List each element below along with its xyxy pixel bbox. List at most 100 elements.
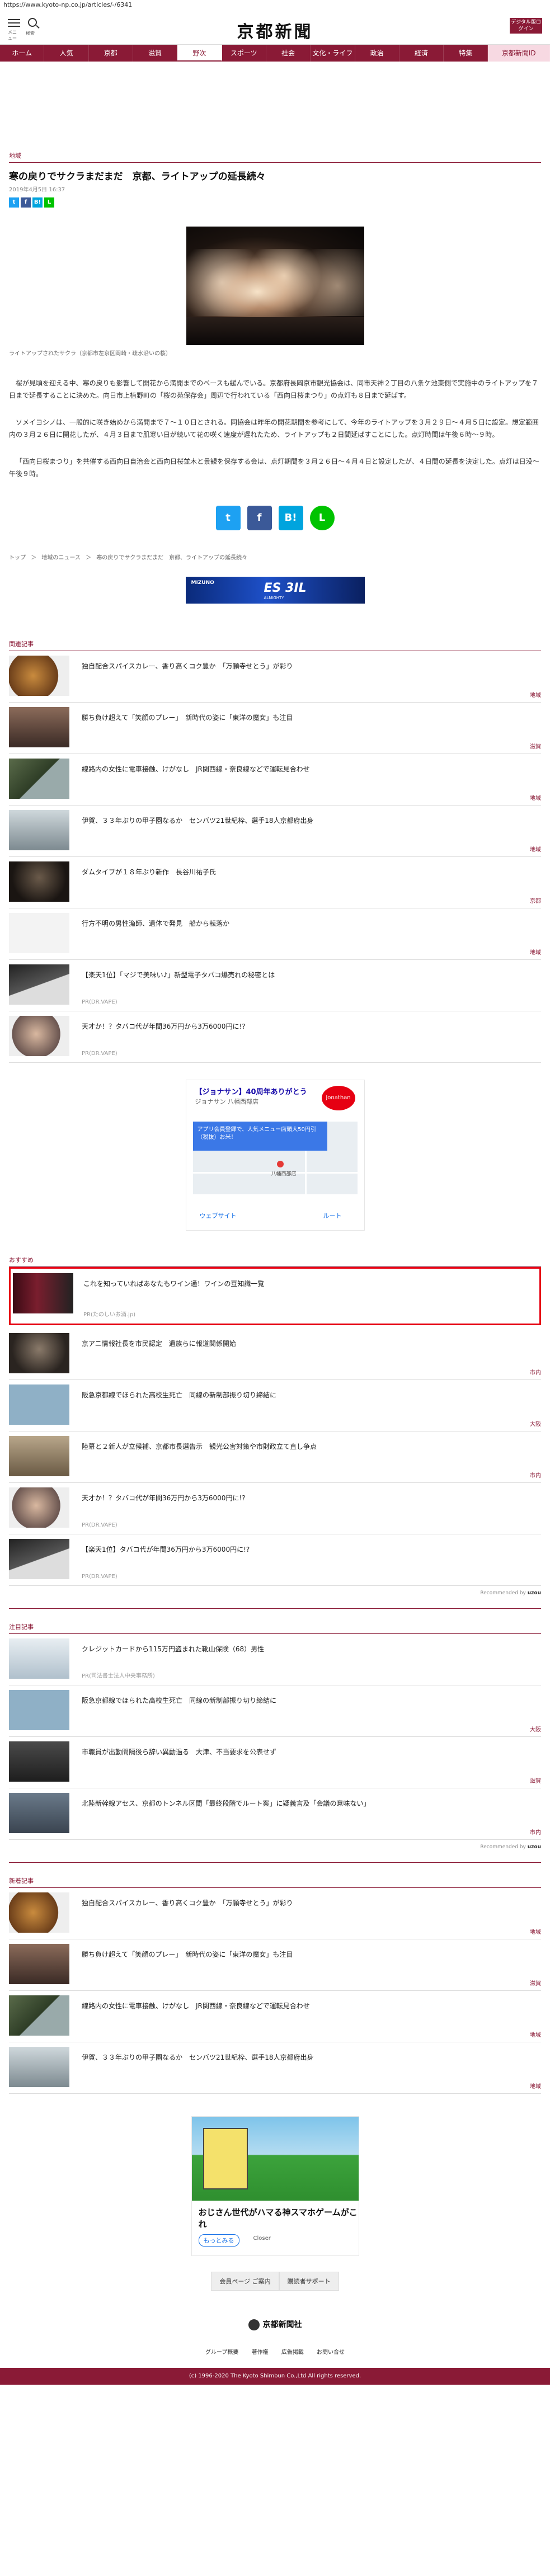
- map-view[interactable]: アプリ会員登録で、人気メニュー店頭大50円引（税抜）お米！ 八幡西部店: [192, 1122, 358, 1194]
- attention-item[interactable]: 阪急京都線でほられた高校生死亡 同線の新制部振り切り締結に 大阪: [9, 1685, 541, 1737]
- new-item[interactable]: 独自配合スパイスカレー、香り高くコク豊か 「万願寺せとう」が彩り 地域: [9, 1888, 541, 1939]
- attention-articles: 注目記事 クレジットカードから115万円盗まれた靴山保険（68）男性 PR(司法…: [0, 1620, 550, 1863]
- new-item[interactable]: 線路内の女性に電車接触、けがなし JR関西線・奈良線などで運転見合わせ 地域: [9, 1991, 541, 2042]
- breadcrumb-region[interactable]: 地域のニュース: [41, 555, 81, 561]
- recommend-articles: おすすめ これを知っていればあなたもワイン通！ワインの豆知識一覧 PR(たのしい…: [0, 1253, 550, 1609]
- site-header: メニュー 検索 京都新聞 デジタル版ログイン: [0, 10, 550, 45]
- search-icon[interactable]: [28, 18, 37, 27]
- hatena-share-icon[interactable]: B!: [278, 506, 303, 530]
- footer-link[interactable]: 著作権: [252, 2349, 269, 2356]
- related-item[interactable]: 行方不明の男性漁師、遺体で発見 船から転落か 地域: [9, 908, 541, 960]
- recommend-item[interactable]: 天才か！？タバコ代が年間36万円から3万6000円に!? PR(DR.VAPE): [9, 1483, 541, 1534]
- attention-item[interactable]: 市職員が出勤間隔後ら辞い異動過る 大津、不当要求を公表せず 滋賀: [9, 1737, 541, 1788]
- attention-item[interactable]: 北陸新幹線アセス、京都のトンネル区間「最終段階でルート案」に疑義言及「会議の意味…: [9, 1788, 541, 1840]
- attention-item[interactable]: クレジットカードから115万円盗まれた靴山保険（68）男性 PR(司法書士法人中…: [9, 1634, 541, 1685]
- thumbnail: [9, 1016, 69, 1056]
- footer-logo[interactable]: 京都新聞社: [0, 2319, 550, 2330]
- uzou-logo[interactable]: uzou: [528, 1590, 541, 1596]
- nav-society[interactable]: 社会: [266, 45, 311, 62]
- related-articles: 関連記事 独自配合スパイスカレー、香り高くコク豊か 「万願寺せとう」が彩り 地域…: [0, 637, 550, 1063]
- recommended-by: Recommended by uzou: [480, 1590, 541, 1596]
- recommend-item[interactable]: 京アニ情報社長を市民認定 遺族らに報道関係開始 市内: [9, 1329, 541, 1380]
- hatena-share-icon[interactable]: B!: [32, 197, 43, 208]
- nav-home[interactable]: ホーム: [0, 45, 45, 62]
- ad-brand: MIZUNO: [191, 580, 214, 586]
- thumbnail: [9, 1741, 69, 1782]
- footer-link[interactable]: お問い合せ: [317, 2349, 345, 2356]
- related-item[interactable]: 伊賀、３３年ぶりの甲子園なるか センバツ21世紀枠、選手18人京都府出身 地域: [9, 806, 541, 857]
- thumbnail: [9, 1333, 69, 1373]
- nav-kyoto-id[interactable]: 京都新聞ID: [488, 45, 550, 62]
- website-button[interactable]: ウェブサイト: [200, 1211, 237, 1220]
- related-item[interactable]: 独自配合スパイスカレー、香り高くコク豊か 「万願寺せとう」が彩り 地域: [9, 651, 541, 703]
- site-logo[interactable]: 京都新聞: [237, 18, 313, 43]
- member-page-button[interactable]: 会員ページ ご案内: [211, 2272, 279, 2291]
- footer-links: グループ概要 著作権 広告掲載 お問い合せ: [0, 2347, 550, 2356]
- recommend-heading: おすすめ: [9, 1256, 34, 1264]
- recommend-item[interactable]: 陸幕と２新人が立候補、京都市長選告示 観光公害対策や市財政立て直し争点 市内: [9, 1431, 541, 1483]
- nav-region[interactable]: 野次: [177, 45, 222, 62]
- breadcrumb: トップ ＞ 地域のニュース ＞ 寒の戻りでサクラまだまだ 京都、ライトアップの延…: [9, 555, 248, 561]
- article-paragraph: ソメイヨシノは、一般的に咲き始めから満開まで７〜１０日とされる。同協会は昨年の開…: [9, 418, 539, 439]
- article-title: 寒の戻りでサクラまだまだ 京都、ライトアップの延長続々: [9, 171, 266, 182]
- related-item[interactable]: 天才か！？タバコ代が年間36万円から3万6000円に!? PR(DR.VAPE): [9, 1011, 541, 1063]
- new-item[interactable]: 伊賀、３３年ぶりの甲子園なるか センバツ21世紀枠、選手18人京都府出身 地域: [9, 2042, 541, 2094]
- facebook-share-icon[interactable]: f: [247, 506, 272, 530]
- new-articles: 新着記事 独自配合スパイスカレー、香り高くコク豊か 「万願寺せとう」が彩り 地域…: [0, 1874, 550, 2094]
- related-item[interactable]: 勝ち負け超えて「笑顔のプレー」 新時代の姿に「東洋の魔女」も注目 滋賀: [9, 703, 541, 754]
- thumbnail: [9, 913, 69, 953]
- line-share-icon[interactable]: L: [309, 506, 335, 530]
- attention-heading: 注目記事: [9, 1623, 34, 1631]
- thumbnail: [9, 656, 69, 696]
- facebook-share-icon[interactable]: f: [21, 197, 31, 208]
- subscriber-support-button[interactable]: 購読者サポート: [279, 2272, 339, 2291]
- ad-product-name: ES 3IL: [264, 581, 307, 595]
- ad-close-button[interactable]: Closer: [253, 2235, 271, 2241]
- twitter-share-icon[interactable]: t: [215, 506, 241, 530]
- thumbnail: [9, 861, 69, 902]
- thumbnail: [13, 1273, 73, 1313]
- thumbnail: [9, 1539, 69, 1579]
- line-share-icon[interactable]: L: [44, 197, 54, 208]
- footer-buttons: 会員ページ ご案内 購読者サポート: [0, 2272, 550, 2291]
- nav-sports[interactable]: スポーツ: [222, 45, 266, 62]
- new-heading: 新着記事: [9, 1877, 34, 1885]
- thumbnail: [9, 707, 69, 747]
- nav-special[interactable]: 特集: [444, 45, 488, 62]
- route-button[interactable]: ルート: [323, 1211, 342, 1220]
- game-ad[interactable]: おじさん世代がハマる神スマホゲームがこれ もっとみる Closer: [191, 2116, 359, 2256]
- twitter-share-icon[interactable]: t: [9, 197, 19, 208]
- recommend-item[interactable]: 阪急京都線でほられた高校生死亡 同線の新制部振り切り締結に 大阪: [9, 1380, 541, 1431]
- global-nav: ホーム 人気 京都 滋賀 野次 スポーツ 社会 文化・ライフ 政治 経済 特集 …: [0, 45, 550, 62]
- related-item[interactable]: ダムタイプが１８年ぶり新作 長谷川祐子氏 京都: [9, 857, 541, 908]
- related-heading: 関連記事: [9, 641, 34, 648]
- nav-kyoto[interactable]: 京都: [89, 45, 133, 62]
- uzou-logo[interactable]: uzou: [528, 1844, 541, 1850]
- mizuno-ad-banner[interactable]: MIZUNO ES 3IL ALMIGHTY: [185, 577, 365, 604]
- footer-link[interactable]: 広告掲載: [281, 2349, 304, 2356]
- new-item[interactable]: 勝ち負け超えて「笑顔のプレー」 新時代の姿に「東洋の魔女」も注目 滋賀: [9, 1939, 541, 1991]
- nav-popular[interactable]: 人気: [44, 45, 89, 62]
- related-item[interactable]: 線路内の女性に電車接触、けがなし JR関西線・奈良線などで運転見合わせ 地域: [9, 754, 541, 806]
- footer-link[interactable]: グループ概要: [205, 2349, 238, 2356]
- hamburger-icon: [8, 19, 20, 20]
- menu-label: メニュー: [8, 30, 17, 41]
- nav-economy[interactable]: 経済: [399, 45, 444, 62]
- article-paragraph: 桜が見頃を迎える中、寒の戻りも影響して開花から満開までのペースも緩んでいる。京都…: [9, 379, 539, 399]
- nav-politics[interactable]: 政治: [355, 45, 399, 62]
- article-paragraph: 「西向日桜まつり」を共催する西向日自治会と西向日桜並木と景観を保存する会は、点灯…: [9, 458, 539, 478]
- digital-login-button[interactable]: デジタル版ログイン: [510, 18, 542, 34]
- recommend-item-highlighted[interactable]: これを知っていればあなたもワイン通！ワインの豆知識一覧 PR(たのしいお酒.jp…: [9, 1267, 541, 1325]
- thumbnail: [9, 1384, 69, 1425]
- article-body: 桜が見頃を迎える中、寒の戻りも影響して開花から満開までのペースも緩んでいる。京都…: [0, 357, 550, 480]
- nav-culture[interactable]: 文化・ライフ: [311, 45, 355, 62]
- ad-cta-button[interactable]: もっとみる: [198, 2234, 239, 2247]
- article-section-label[interactable]: 地域: [0, 149, 550, 162]
- jonathan-map-ad[interactable]: 【ジョナサン】40周年ありがとう ジョナサン 八幡西部店 Jonathan アプ…: [185, 1080, 365, 1231]
- recommend-item[interactable]: 【楽天1位】タバコ代が年間36万円から3万6000円に!? PR(DR.VAPE…: [9, 1534, 541, 1586]
- nav-shiga[interactable]: 滋賀: [133, 45, 178, 62]
- menu-button[interactable]: メニュー: [8, 17, 20, 44]
- related-item[interactable]: 【楽天1位】「マジで美味い♪」新型電子タバコ爆売れの秘密とは PR(DR.VAP…: [9, 960, 541, 1011]
- copyright: (c) 1996-2020 The Kyoto Shimbun Co.,Ltd …: [0, 2368, 550, 2385]
- breadcrumb-top[interactable]: トップ: [9, 555, 26, 561]
